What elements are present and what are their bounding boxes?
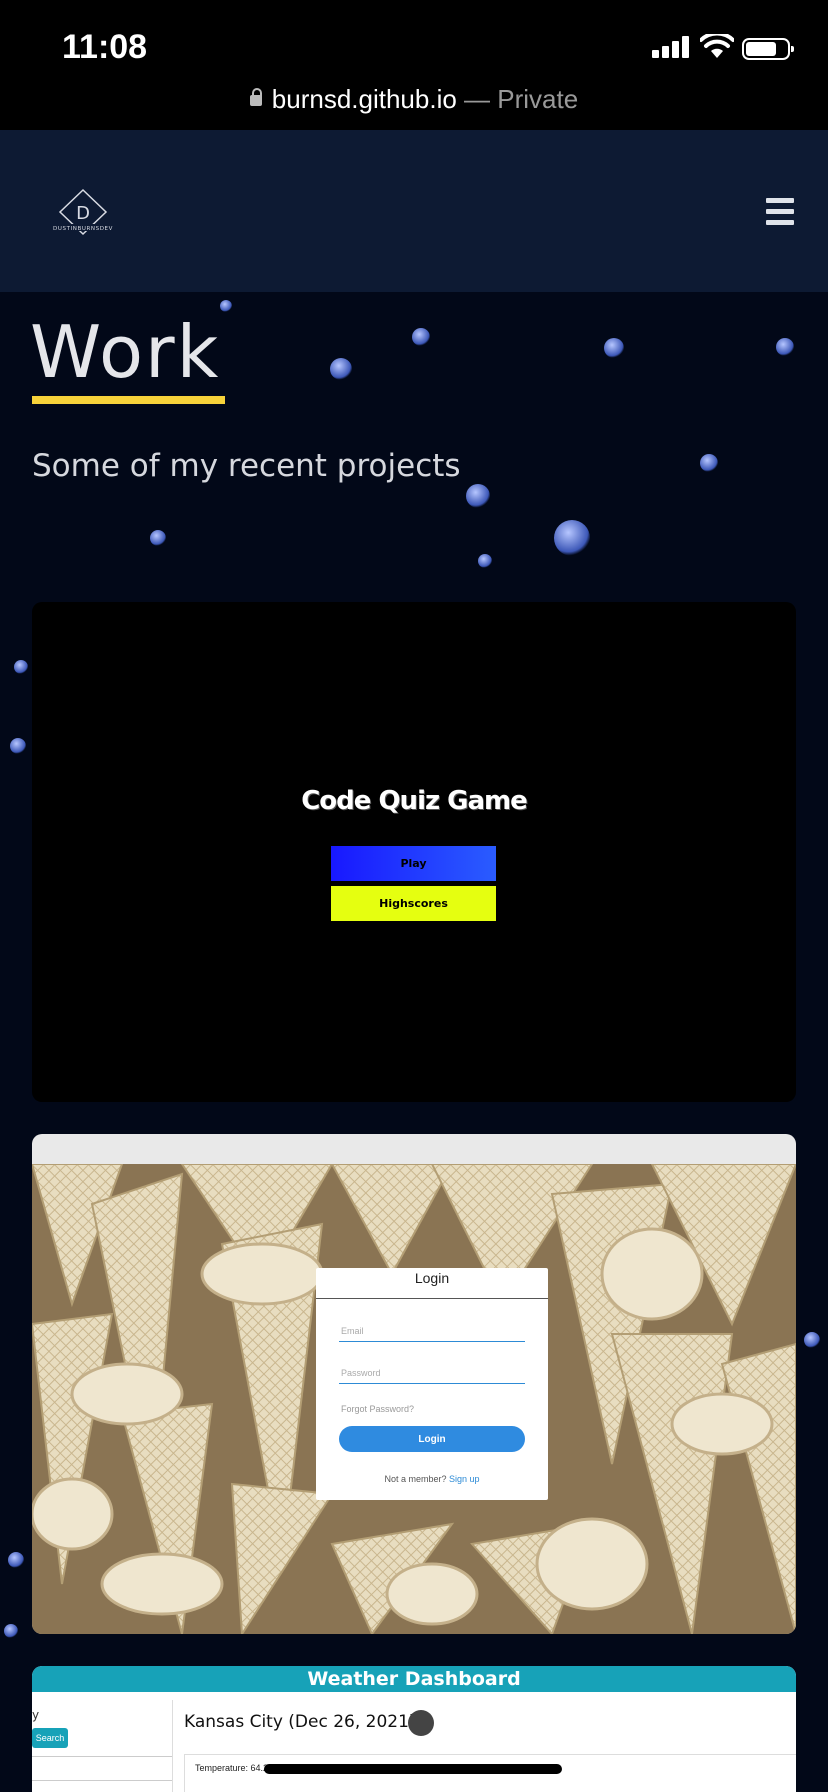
email-field[interactable] bbox=[339, 1320, 525, 1342]
weather-icon bbox=[408, 1710, 434, 1736]
title-underline bbox=[32, 396, 225, 404]
forgot-password-link[interactable]: Forgot Password? bbox=[341, 1404, 414, 1414]
weather-header: Weather Dashboard bbox=[32, 1666, 796, 1692]
private-label: — Private bbox=[464, 84, 579, 114]
status-bar: 11:08 burnsd.github.io — Private bbox=[0, 0, 828, 130]
site-logo[interactable]: D DUSTINBURNSDEV bbox=[44, 186, 122, 246]
logo-letter: D bbox=[76, 203, 90, 224]
sidebar-text: y bbox=[32, 1708, 40, 1722]
login-title: Login bbox=[414, 1270, 450, 1286]
hamburger-icon[interactable] bbox=[766, 198, 794, 231]
divider bbox=[32, 1780, 172, 1781]
project-card-code-quiz[interactable]: Code Quiz Game Play Highscores bbox=[32, 602, 796, 1102]
signup-link[interactable]: Sign up bbox=[449, 1474, 480, 1484]
cellular-signal-icon bbox=[652, 36, 692, 58]
logo-text: DUSTINBURNSDEV bbox=[53, 226, 113, 232]
weather-sidebar: y Search bbox=[32, 1700, 173, 1792]
page-title: Work bbox=[30, 310, 221, 394]
battery-icon bbox=[742, 38, 794, 60]
quiz-title: Code Quiz Game bbox=[301, 786, 528, 816]
clock: 11:08 bbox=[62, 28, 148, 66]
login-button[interactable]: Login bbox=[339, 1426, 525, 1452]
project-card-login[interactable]: Login Forgot Password? Login Not a membe… bbox=[32, 1134, 796, 1634]
login-form: Login Forgot Password? Login Not a membe… bbox=[316, 1268, 548, 1500]
site-navbar: D DUSTINBURNSDEV bbox=[0, 130, 828, 292]
wifi-icon bbox=[700, 34, 734, 58]
page-subtitle: Some of my recent projects bbox=[32, 448, 461, 484]
divider bbox=[32, 1756, 172, 1757]
search-button[interactable]: Search bbox=[32, 1728, 68, 1748]
city-heading: Kansas City (Dec 26, 2021) bbox=[184, 1712, 416, 1732]
home-indicator[interactable] bbox=[264, 1764, 562, 1774]
highscores-button[interactable]: Highscores bbox=[331, 886, 496, 921]
url-text: burnsd.github.io bbox=[271, 84, 457, 114]
divider bbox=[316, 1298, 548, 1299]
temperature-text: Temperature: 64.2 bbox=[195, 1763, 269, 1773]
signup-prompt: Not a member? Sign up bbox=[316, 1474, 548, 1484]
password-field[interactable] bbox=[339, 1362, 525, 1384]
not-member-text: Not a member? bbox=[384, 1474, 447, 1484]
lock-icon bbox=[249, 88, 262, 106]
address-bar[interactable]: burnsd.github.io — Private bbox=[0, 84, 828, 115]
play-button[interactable]: Play bbox=[331, 846, 496, 881]
